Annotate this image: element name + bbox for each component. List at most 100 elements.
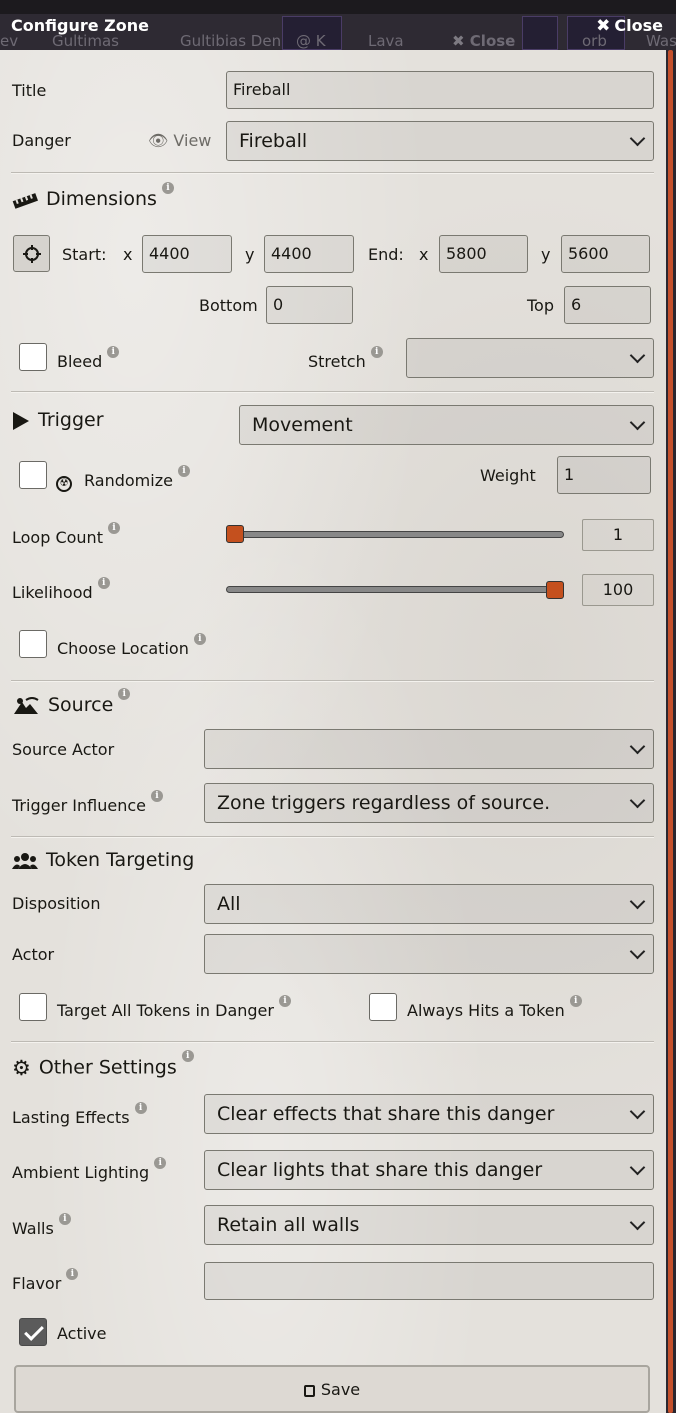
close-label: Close	[614, 16, 663, 35]
eye-icon: 👁	[148, 131, 169, 150]
danger-select[interactable]: Fireball	[226, 121, 654, 161]
source-heading-text: Source	[48, 694, 114, 716]
loop-count-slider-thumb[interactable]	[226, 525, 244, 543]
stretch-select[interactable]	[406, 338, 654, 378]
play-icon	[13, 411, 29, 430]
trigger-heading: Trigger	[12, 409, 104, 431]
dimensions-heading-text: Dimensions	[46, 188, 157, 210]
info-icon: i	[107, 522, 120, 534]
end-x-input[interactable]: 5800	[439, 235, 528, 273]
danger-value: Fireball	[239, 130, 308, 152]
end-y-input[interactable]: 5600	[561, 235, 650, 273]
crosshair-button[interactable]	[13, 235, 50, 272]
info-icon: i	[107, 346, 120, 358]
chevron-down-icon	[629, 792, 646, 809]
likelihood-slider[interactable]	[226, 586, 564, 593]
bottom-input[interactable]: 0	[266, 286, 353, 324]
always-hits-label: Always Hits a Token i	[407, 995, 582, 1020]
loop-count-value[interactable]: 1	[582, 519, 654, 551]
divider	[11, 1041, 654, 1043]
walls-value: Retain all walls	[217, 1214, 360, 1236]
chevron-down-icon	[629, 943, 646, 960]
disposition-value: All	[217, 893, 241, 915]
walls-label: Walls i	[12, 1213, 71, 1238]
ambient-lighting-label-text: Ambient Lighting	[12, 1163, 150, 1182]
always-hits-label-text: Always Hits a Token	[407, 1001, 565, 1020]
save-icon	[303, 1385, 315, 1397]
chevron-down-icon	[629, 1159, 646, 1176]
flavor-input[interactable]	[204, 1262, 654, 1300]
lasting-effects-select[interactable]: Clear effects that share this danger	[204, 1094, 654, 1134]
bleed-label-text: Bleed	[57, 352, 103, 371]
configure-zone-window: ev Gultimas Gultibias Den @ K Lava ✖ Clo…	[0, 0, 676, 1413]
info-icon: i	[118, 688, 131, 700]
choose-location-checkbox[interactable]	[19, 630, 47, 658]
top-input[interactable]: 6	[564, 286, 651, 324]
source-actor-select[interactable]	[204, 729, 654, 769]
always-hits-checkbox[interactable]	[369, 993, 397, 1021]
stretch-label-text: Stretch	[308, 352, 366, 371]
info-icon: i	[134, 1102, 147, 1114]
likelihood-value[interactable]: 100	[582, 574, 654, 606]
scrollbar-thumb[interactable]	[668, 50, 673, 1413]
choose-location-label: Choose Location i	[57, 633, 206, 658]
loop-count-slider[interactable]	[226, 531, 564, 538]
trigger-influence-select[interactable]: Zone triggers regardless of source.	[204, 783, 654, 823]
walls-select[interactable]: Retain all walls	[204, 1205, 654, 1245]
title-label: Title	[12, 81, 47, 100]
dimensions-heading: Dimensions i	[12, 182, 174, 210]
randomize-checkbox[interactable]	[19, 461, 47, 489]
chevron-down-icon	[629, 1103, 646, 1120]
divider	[11, 391, 654, 393]
trigger-influence-label-text: Trigger Influence	[12, 796, 146, 815]
title-input[interactable]: Fireball	[226, 71, 654, 109]
info-icon: i	[154, 1157, 167, 1169]
target-all-label-text: Target All Tokens in Danger	[57, 1001, 274, 1020]
bleed-checkbox[interactable]	[19, 343, 47, 371]
trigger-influence-label: Trigger Influence i	[12, 790, 163, 815]
source-actor-label: Source Actor	[12, 740, 115, 759]
info-icon: i	[181, 1050, 194, 1062]
actor-select[interactable]	[204, 934, 654, 974]
loop-count-label: Loop Count i	[12, 522, 120, 547]
start-y-input[interactable]: 4400	[264, 235, 354, 273]
weight-label: Weight	[480, 466, 536, 485]
trigger-value: Movement	[252, 414, 353, 436]
divider	[11, 172, 654, 174]
window-header: Configure Zone ✖ Close	[0, 0, 676, 50]
likelihood-label: Likelihood i	[12, 577, 110, 602]
start-y-label: y	[245, 245, 255, 264]
chevron-down-icon	[629, 1214, 646, 1231]
randomize-label-text: Randomize	[84, 471, 173, 490]
top-label: Top	[527, 296, 554, 315]
info-icon: i	[278, 995, 291, 1007]
ambient-lighting-select[interactable]: Clear lights that share this danger	[204, 1150, 654, 1190]
close-icon: ✖	[596, 16, 611, 36]
scrollbar[interactable]	[666, 50, 676, 1413]
view-button[interactable]: 👁 View	[148, 131, 211, 150]
disposition-select[interactable]: All	[204, 884, 654, 924]
close-button[interactable]: ✖ Close	[596, 16, 663, 36]
crosshair-icon	[23, 245, 41, 263]
danger-label: Danger	[12, 131, 71, 150]
token-targeting-heading: Token Targeting	[12, 849, 194, 871]
choose-location-label-text: Choose Location	[57, 639, 189, 658]
trigger-select[interactable]: Movement	[239, 405, 654, 445]
loop-count-label-text: Loop Count	[12, 528, 103, 547]
likelihood-slider-thumb[interactable]	[546, 581, 564, 599]
chevron-down-icon	[629, 738, 646, 755]
start-label: Start:	[62, 245, 107, 264]
info-icon: i	[177, 465, 190, 477]
end-y-label: y	[541, 245, 551, 264]
token-targeting-heading-text: Token Targeting	[46, 849, 195, 871]
likelihood-label-text: Likelihood	[12, 583, 93, 602]
radiation-icon: ☢	[56, 476, 72, 492]
weight-input[interactable]: 1	[557, 456, 651, 494]
target-all-checkbox[interactable]	[19, 993, 47, 1021]
active-checkbox[interactable]	[19, 1318, 47, 1346]
start-x-input[interactable]: 4400	[142, 235, 232, 273]
other-settings-heading-text: Other Settings	[38, 1056, 177, 1079]
lasting-effects-value: Clear effects that share this danger	[217, 1103, 555, 1125]
save-button[interactable]: Save	[14, 1365, 650, 1413]
window-title: Configure Zone	[11, 16, 149, 35]
